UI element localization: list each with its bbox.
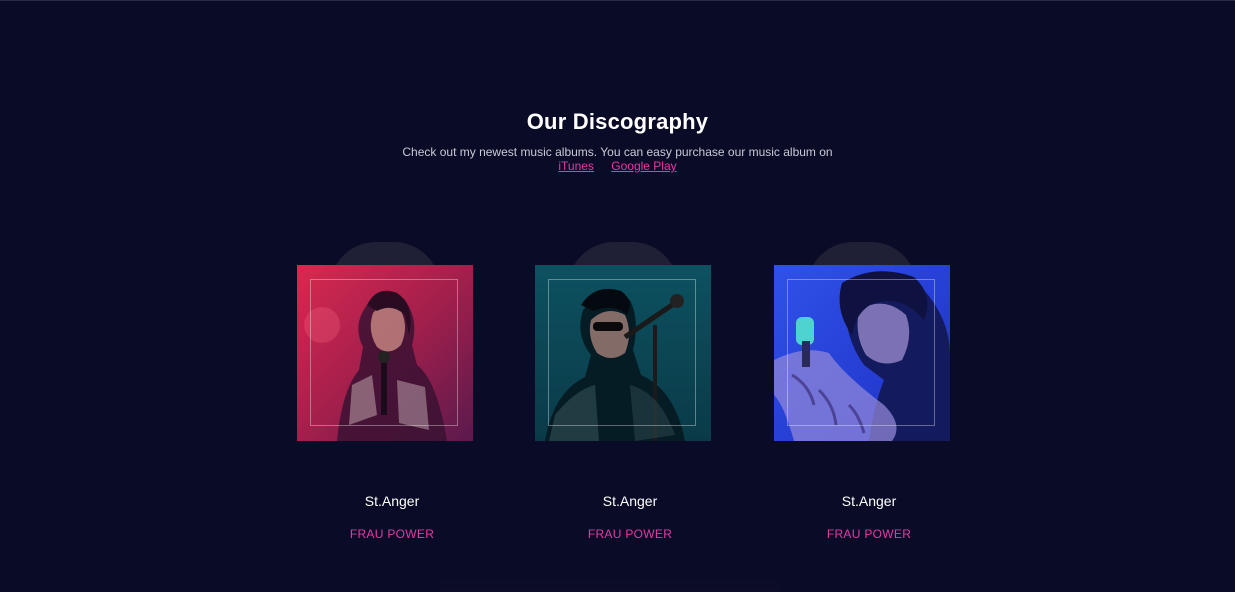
album-card[interactable]: St.Anger FRAU POWER <box>297 242 473 542</box>
google-play-link[interactable]: Google Play <box>611 159 676 173</box>
discography-page: Our Discography Check out my newest musi… <box>0 0 1235 592</box>
store-links: iTunes Google Play <box>0 159 1235 173</box>
album-title: St.Anger <box>602 493 658 509</box>
album-card[interactable]: St.Anger FRAU POWER <box>774 242 950 542</box>
album-cover-image[interactable] <box>774 265 950 441</box>
album-title: St.Anger <box>364 493 420 509</box>
section-subtitle: Check out my newest music albums. You ca… <box>402 145 833 159</box>
album-cover-image[interactable] <box>297 265 473 441</box>
bottom-divider <box>440 572 780 592</box>
album-artist-link[interactable]: FRAU POWER <box>535 527 725 541</box>
section-title: Our Discography <box>526 109 709 134</box>
itunes-link[interactable]: iTunes <box>558 159 594 173</box>
album-artist-link[interactable]: FRAU POWER <box>774 527 964 541</box>
album-cover-image[interactable] <box>535 265 711 441</box>
album-title: St.Anger <box>841 493 897 509</box>
album-artist-link[interactable]: FRAU POWER <box>297 527 487 541</box>
album-card[interactable]: St.Anger FRAU POWER <box>535 242 711 542</box>
